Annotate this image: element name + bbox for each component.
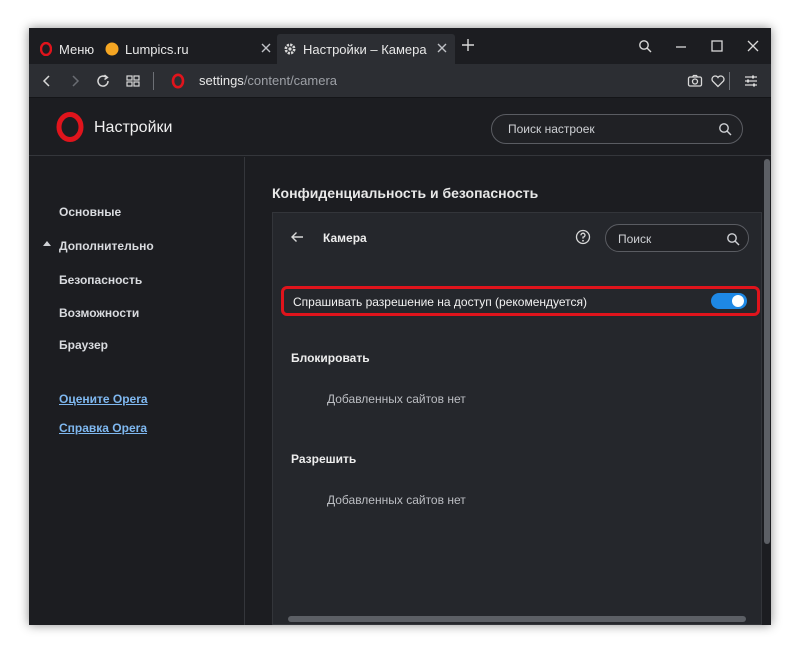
url-path: /content/camera xyxy=(243,73,338,88)
camera-settings-card: Камера Поиск Спрашивать разрешение на до… xyxy=(272,212,762,625)
close-tab-icon[interactable] xyxy=(435,41,449,55)
url-host: settings xyxy=(199,73,244,88)
back-icon[interactable] xyxy=(39,73,55,89)
settings-main: Конфиденциальность и безопасность Камера… xyxy=(246,157,771,625)
reload-icon[interactable] xyxy=(95,73,111,89)
back-arrow-icon[interactable] xyxy=(289,229,305,245)
tab-bar: Меню Lumpics.ru Настройки – Камера xyxy=(29,28,771,64)
browser-window: Меню Lumpics.ru Настройки – Камера setti… xyxy=(29,28,771,625)
help-icon[interactable] xyxy=(575,229,591,245)
menu-button[interactable]: Меню xyxy=(35,34,101,64)
allow-section-title: Разрешить xyxy=(291,452,357,466)
vertical-scrollbar[interactable] xyxy=(762,157,771,625)
allow-empty-text: Добавленных сайтов нет xyxy=(327,493,466,507)
ask-permission-toggle[interactable] xyxy=(711,293,747,309)
heart-icon[interactable] xyxy=(710,73,726,89)
rate-opera-link[interactable]: Оцените Opera xyxy=(59,392,148,406)
settings-search-input[interactable]: Поиск настроек xyxy=(491,114,743,144)
tab-settings-label: Настройки – Камера xyxy=(303,41,427,57)
search-tabs-icon[interactable] xyxy=(627,34,663,58)
ask-permission-label: Спрашивать разрешение на доступ (рекомен… xyxy=(293,295,587,309)
toolbar-separator xyxy=(729,72,730,90)
camera-search-placeholder: Поиск xyxy=(618,232,652,246)
search-icon xyxy=(718,122,732,136)
horizontal-scrollbar[interactable] xyxy=(246,612,762,625)
tab-settings[interactable]: Настройки – Камера xyxy=(277,34,455,64)
opera-address-icon xyxy=(171,73,187,89)
settings-sidebar: Основные Дополнительно Безопасность Возм… xyxy=(29,157,245,625)
ask-permission-row: Спрашивать разрешение на доступ (рекомен… xyxy=(281,286,760,316)
camera-search-input[interactable]: Поиск xyxy=(605,224,749,252)
caret-up-icon xyxy=(43,241,51,246)
lumpics-favicon-icon xyxy=(105,42,119,56)
sidebar-item-security[interactable]: Безопасность xyxy=(59,273,142,287)
address-bar: settings/content/camera xyxy=(29,64,771,98)
card-title: Камера xyxy=(323,231,367,245)
sidebar-item-basic[interactable]: Основные xyxy=(59,205,121,219)
close-tab-icon[interactable] xyxy=(259,41,273,55)
tab-lumpics[interactable]: Lumpics.ru xyxy=(101,34,279,64)
opera-help-link[interactable]: Справка Opera xyxy=(59,421,147,435)
sidebar-item-browser[interactable]: Браузер xyxy=(59,338,108,352)
menu-label: Меню xyxy=(59,41,95,57)
speed-dial-icon[interactable] xyxy=(125,73,141,89)
block-section-title: Блокировать xyxy=(291,351,370,365)
address-separator xyxy=(153,72,154,90)
opera-logo-icon xyxy=(56,112,84,147)
sidebar-item-advanced[interactable]: Дополнительно xyxy=(59,239,154,253)
url-field[interactable]: settings/content/camera xyxy=(199,73,337,88)
search-icon xyxy=(726,232,740,246)
camera-snapshot-icon[interactable] xyxy=(687,73,703,89)
vertical-scrollbar-thumb[interactable] xyxy=(764,159,770,544)
forward-icon[interactable] xyxy=(67,73,83,89)
close-window-icon[interactable] xyxy=(735,34,771,58)
tab-lumpics-label: Lumpics.ru xyxy=(125,41,189,57)
block-empty-text: Добавленных сайтов нет xyxy=(327,392,466,406)
settings-search-placeholder: Поиск настроек xyxy=(508,122,595,136)
gear-icon xyxy=(283,42,297,56)
opera-logo-icon xyxy=(39,42,53,56)
new-tab-icon[interactable] xyxy=(461,38,475,54)
page-title: Настройки xyxy=(94,119,173,136)
easy-setup-icon[interactable] xyxy=(743,73,759,89)
horizontal-scrollbar-thumb[interactable] xyxy=(288,616,746,622)
sidebar-item-features[interactable]: Возможности xyxy=(59,306,139,320)
minimize-icon[interactable] xyxy=(663,34,699,58)
maximize-icon[interactable] xyxy=(699,34,735,58)
toggle-knob xyxy=(732,295,744,307)
card-header: Камера Поиск xyxy=(273,213,761,261)
section-title: Конфиденциальность и безопасность xyxy=(272,185,539,201)
settings-header: Настройки Поиск настроек xyxy=(29,98,771,156)
